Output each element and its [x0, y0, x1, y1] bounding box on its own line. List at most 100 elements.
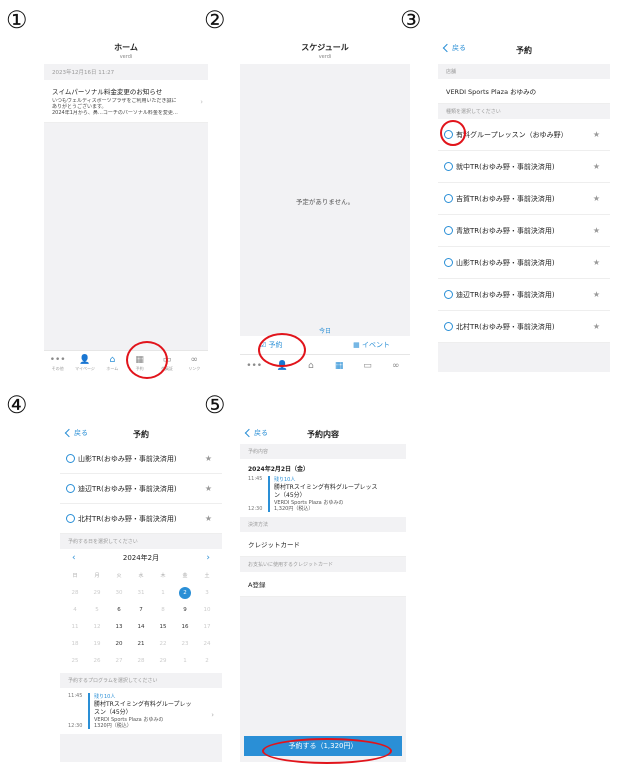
calendar-day: 10: [203, 607, 211, 613]
program-header: 予約するプログラムを選択してください: [60, 673, 222, 688]
confirm-lesson-details: 残り10人 勝村TRスイミング有料グループレッス ン（45分） VERDI Sp…: [274, 476, 398, 512]
home-subtitle: verdi: [119, 54, 133, 60]
today-button[interactable]: 今日: [240, 326, 410, 335]
tab-home[interactable]: ⌂: [301, 361, 321, 371]
reserve-option[interactable]: 迪辺TR(おゆみ野・事前決済用) ★: [60, 474, 222, 504]
calendar-month: 2024年2月: [122, 554, 160, 562]
star-icon[interactable]: ★: [593, 322, 600, 331]
highlight-circle: [440, 120, 466, 146]
weekday-label: 木: [160, 573, 166, 579]
calendar-day: 26: [93, 658, 101, 664]
star-icon[interactable]: ★: [593, 194, 600, 203]
calendar-day: 17: [203, 624, 211, 630]
screen-reserve-date: 戻る 予約 山影TR(おゆみ野・事前決済用) ★ 迪辺TR(おゆみ野・事前決済用)…: [60, 424, 222, 762]
tab-home[interactable]: ⌂ ホーム: [102, 355, 122, 372]
calendar-day: 3: [205, 590, 209, 596]
tab-mypage[interactable]: 👤 マイページ: [75, 355, 95, 372]
lesson-name-line1: 勝村TRスイミング有料グループレッス: [274, 484, 378, 491]
radio-icon: [444, 162, 453, 171]
step-number-5: ⑤: [204, 391, 226, 419]
calendar-day[interactable]: 7: [130, 604, 152, 616]
lesson-name-line2: スン（45分）: [94, 709, 132, 716]
tab-other[interactable]: ••• その他: [48, 355, 68, 372]
event-action[interactable]: ▦ イベント: [353, 340, 390, 350]
lesson-name-line1: 勝村TRスイミング有料グループレッ: [94, 701, 192, 708]
reserve-option[interactable]: 北村TR(おゆみ野・事前決済用) ★: [60, 504, 222, 534]
link-icon: ∞: [392, 360, 400, 371]
reserve-option[interactable]: 山影TR(おゆみ野・事前決済用) ★: [438, 247, 610, 279]
prev-month-icon[interactable]: ‹: [72, 553, 76, 563]
reserve-option[interactable]: 青旅TR(おゆみ野・事前決済用) ★: [438, 215, 610, 247]
reserve-option[interactable]: 北村TR(おゆみ野・事前決済用) ★: [438, 311, 610, 343]
star-icon[interactable]: ★: [593, 162, 600, 171]
calendar-day[interactable]: 14: [130, 621, 152, 633]
schedule-empty-message: 予定がありません。: [295, 198, 355, 206]
reserve-option[interactable]: 山影TR(おゆみ野・事前決済用) ★: [60, 444, 222, 474]
screen-reserve-type: 戻る 予約 店舗 VERDI Sports Plaza おゆみの 種類を選択して…: [438, 36, 610, 372]
payment-method[interactable]: クレジットカード: [240, 532, 406, 557]
tab-other[interactable]: •••: [244, 361, 264, 371]
radio-icon: [66, 454, 75, 463]
chevron-right-icon: ›: [200, 98, 203, 106]
calendar-day: 31: [137, 590, 145, 596]
tab-member-card[interactable]: ▭: [357, 361, 377, 371]
home-title: ホーム: [114, 43, 138, 52]
radio-icon: [444, 226, 453, 235]
star-icon[interactable]: ★: [593, 226, 600, 235]
reserve-option[interactable]: 吉賀TR(おゆみ野・事前決済用) ★: [438, 183, 610, 215]
lesson-item[interactable]: 11:45 12:30 残り10人 勝村TRスイミング有料グループレッ スン（4…: [60, 688, 222, 734]
weekday-label: 火: [116, 573, 122, 579]
calendar-day[interactable]: 21: [130, 638, 152, 650]
star-icon[interactable]: ★: [205, 484, 212, 493]
schedule-title: スケジュール: [301, 43, 349, 52]
weekday-label: 金: [182, 573, 188, 579]
calendar-day-selected[interactable]: 2: [179, 587, 191, 599]
calendar-day: 2: [205, 658, 209, 664]
reserve-option[interactable]: 就中TR(おゆみ野・事前決済用) ★: [438, 151, 610, 183]
notice-body-line3: 2024年1月から、鼻…コーチのパーソナル料金を変更…: [52, 110, 178, 116]
star-icon[interactable]: ★: [205, 514, 212, 523]
confirm-lesson: 11:45 12:30 残り10人 勝村TRスイミング有料グループレッス ン（4…: [248, 476, 398, 512]
star-icon[interactable]: ★: [593, 290, 600, 299]
notice-item[interactable]: スイムパーソナル料金変更のお知らせ いつもヴェルディスポーツプラザをご利用いただ…: [44, 80, 208, 123]
date-header: 予約する日を選択してください: [60, 534, 222, 549]
link-icon: ∞: [190, 355, 199, 365]
weekday-label: 月: [94, 573, 100, 579]
schedule-header: スケジュール verdi: [240, 36, 410, 64]
tab-link[interactable]: ∞ リンク: [184, 355, 204, 372]
calendar-day[interactable]: 20: [108, 638, 130, 650]
lesson-bar: [88, 693, 90, 729]
calendar-day: 27: [115, 658, 123, 664]
star-icon[interactable]: ★: [593, 130, 600, 139]
more-icon: •••: [246, 360, 263, 371]
lesson-details: 残り10人 勝村TRスイミング有料グループレッ スン（45分） VERDI Sp…: [94, 693, 214, 729]
star-icon[interactable]: ★: [205, 454, 212, 463]
radio-icon: [444, 322, 453, 331]
tab-reserve[interactable]: ▦: [329, 361, 349, 371]
weekday-label: 日: [72, 573, 78, 579]
calendar-day[interactable]: 13: [108, 621, 130, 633]
calendar-day: 11: [71, 624, 79, 630]
step-number-4: ④: [6, 391, 28, 419]
calendar-day: 25: [71, 658, 79, 664]
next-month-icon[interactable]: ›: [206, 553, 210, 563]
tab-link[interactable]: ∞: [386, 361, 406, 371]
confirm-date: 2024年2月2日（金）: [248, 466, 310, 473]
card-select[interactable]: A登録: [240, 572, 406, 597]
calendar-day[interactable]: 6: [108, 604, 130, 616]
lesson-name-line2: ン（45分）: [274, 492, 306, 499]
store-name: VERDI Sports Plaza おゆみの: [438, 79, 610, 104]
reserve-option[interactable]: 迪辺TR(おゆみ野・事前決済用) ★: [438, 279, 610, 311]
highlight-circle: [126, 341, 168, 379]
home-header: ホーム verdi: [44, 36, 208, 64]
star-icon[interactable]: ★: [593, 258, 600, 267]
calendar-day[interactable]: 15: [152, 621, 174, 633]
calendar-day: 5: [95, 607, 99, 613]
calendar-day[interactable]: 9: [174, 604, 196, 616]
radio-icon: [444, 290, 453, 299]
step-number-3: ③: [400, 6, 422, 34]
schedule-subtitle: verdi: [318, 54, 332, 60]
weekday-label: 水: [138, 573, 144, 579]
calendar-day[interactable]: 16: [174, 621, 196, 633]
calendar-grid: 日 月 火 水 木 金 土 28 29 30 31 1 2 3 4 5 6 7 …: [60, 567, 222, 673]
